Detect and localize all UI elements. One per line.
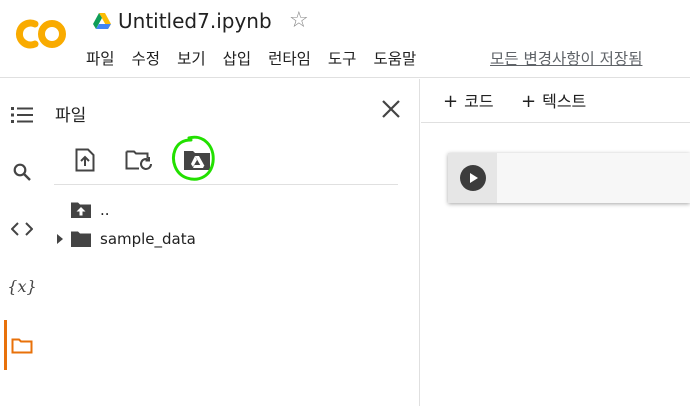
code-snippets-icon[interactable] (4, 211, 40, 247)
tree-row-parent[interactable]: .. (52, 197, 110, 223)
save-status-link[interactable]: 모든 변경사항이 저장됨 (490, 47, 642, 69)
notebook-title[interactable]: Untitled7.ipynb (118, 9, 272, 33)
folder-up-icon (71, 202, 91, 218)
star-icon[interactable]: ☆ (289, 8, 309, 33)
close-icon[interactable] (378, 96, 404, 122)
refresh-folder-icon[interactable] (124, 145, 154, 175)
plus-icon: + (521, 91, 537, 112)
menu-view[interactable]: 보기 (177, 47, 206, 69)
panel-title: 파일 (55, 106, 87, 126)
files-icon[interactable] (4, 327, 40, 363)
menu-edit[interactable]: 수정 (132, 47, 161, 69)
tree-label: sample_data (100, 230, 196, 248)
toc-icon[interactable] (4, 97, 40, 133)
colab-logo[interactable] (14, 14, 68, 54)
tree-label: .. (100, 201, 110, 219)
menu-file[interactable]: 파일 (86, 47, 115, 69)
files-panel: 파일 .. sample_data (44, 79, 420, 406)
add-text-label: 텍스트 (542, 92, 587, 111)
tree-row-sample-data[interactable]: sample_data (52, 226, 196, 252)
menu-runtime[interactable]: 런타임 (268, 47, 311, 69)
add-text-button[interactable]: + 텍스트 (521, 88, 586, 112)
folder-icon (71, 231, 91, 247)
variables-icon[interactable]: {x} (4, 268, 40, 304)
cell-gutter (448, 153, 497, 203)
plus-icon: + (443, 91, 459, 112)
expand-arrow-icon[interactable] (52, 230, 70, 248)
mount-drive-icon[interactable] (182, 145, 212, 175)
notebook-main: + 코드 + 텍스트 (421, 79, 690, 406)
panel-divider (54, 184, 398, 185)
add-code-label: 코드 (464, 92, 494, 111)
menu-tools[interactable]: 도구 (328, 47, 357, 69)
search-icon[interactable] (4, 154, 40, 190)
drive-icon (93, 13, 111, 29)
upload-icon[interactable] (70, 145, 100, 175)
menu-help[interactable]: 도움말 (373, 47, 416, 69)
menu-bar: 파일 수정 보기 삽입 런타임 도구 도움말 (86, 47, 433, 69)
left-rail: {x} (0, 79, 44, 406)
code-cell[interactable] (448, 153, 690, 203)
add-code-button[interactable]: + 코드 (443, 88, 494, 112)
menu-insert[interactable]: 삽입 (223, 47, 252, 69)
app-header: Untitled7.ipynb ☆ 파일 수정 보기 삽입 런타임 도구 도움말… (0, 0, 690, 78)
run-cell-icon[interactable] (459, 165, 486, 191)
notebook-toolbar: + 코드 + 텍스트 (421, 79, 690, 123)
